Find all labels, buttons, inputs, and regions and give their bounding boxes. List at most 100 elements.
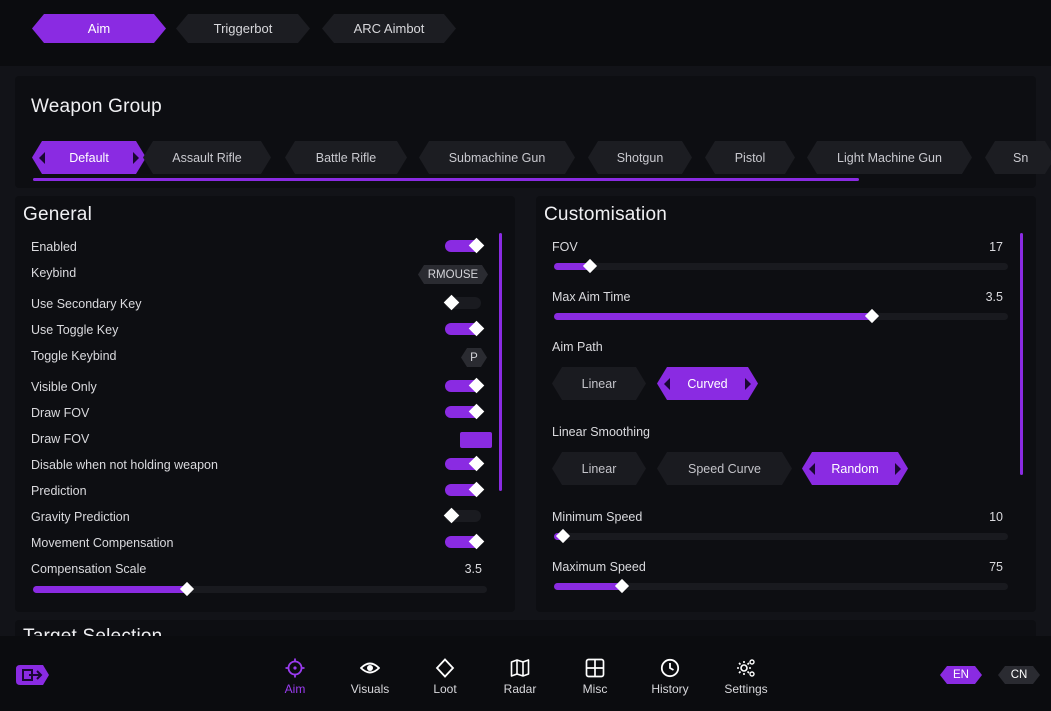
max-aim-time-label: Max Aim Time [552, 290, 631, 304]
weapon-group-scrollbar[interactable] [33, 178, 859, 181]
gravity-prediction-toggle[interactable] [443, 507, 483, 524]
nav-label: Loot [433, 682, 457, 696]
weapon-chip-label: Submachine Gun [448, 150, 546, 165]
disable-not-holding-toggle[interactable] [445, 455, 485, 472]
keybind-label: Keybind [31, 266, 77, 280]
draw-fov-toggle[interactable] [445, 403, 485, 420]
maximum-speed-slider[interactable] [554, 578, 1008, 594]
chevron-right-icon [745, 378, 751, 390]
customisation-title: Customisation [544, 204, 667, 225]
prediction-label: Prediction [31, 484, 87, 498]
weapon-chip-assault-rifle[interactable]: Assault Rifle [143, 141, 271, 174]
weapon-chip-sniper[interactable]: Sn [985, 141, 1051, 174]
draw-fov-label: Draw FOV [31, 406, 90, 420]
slider-handle[interactable] [556, 528, 571, 544]
fov-label: FOV [552, 240, 578, 254]
weapon-chip-battle-rifle[interactable]: Battle Rifle [285, 141, 407, 174]
nav-history[interactable]: History [640, 658, 700, 696]
aim-path-option-curved[interactable]: Curved [657, 367, 758, 400]
max-aim-time-value: 3.5 [985, 290, 1003, 304]
fov-value: 17 [989, 240, 1003, 254]
weapon-chip-label: Sn [1013, 150, 1029, 165]
keybind-button[interactable]: RMOUSE [418, 265, 488, 284]
tab-aim[interactable]: Aim [32, 14, 166, 43]
chevron-right-icon [895, 463, 901, 475]
language-cn-button[interactable]: CN [998, 666, 1040, 684]
slider-handle[interactable] [615, 578, 630, 594]
weapon-chip-submachine-gun[interactable]: Submachine Gun [419, 141, 575, 174]
slider-handle[interactable] [180, 581, 195, 597]
language-en-button[interactable]: EN [940, 666, 982, 684]
slider-handle[interactable] [864, 308, 879, 324]
diamond-icon [435, 658, 455, 678]
weapon-chip-label: Pistol [734, 150, 766, 165]
chevron-left-icon [39, 152, 45, 164]
movement-compensation-label: Movement Compensation [31, 536, 174, 550]
target-selection-title: Target Selection [23, 626, 162, 636]
top-tab-bar: Aim Triggerbot ARC Aimbot [0, 0, 1051, 66]
enabled-toggle[interactable] [445, 237, 485, 254]
map-icon [510, 659, 530, 677]
nav-visuals[interactable]: Visuals [340, 658, 400, 696]
nav-radar[interactable]: Radar [490, 658, 550, 696]
eye-icon [360, 662, 380, 674]
enabled-label: Enabled [31, 240, 77, 254]
maximum-speed-value: 75 [989, 560, 1003, 574]
nav-aim[interactable]: Aim [265, 658, 325, 696]
visible-only-toggle[interactable] [445, 377, 485, 394]
toggle-keybind-button[interactable]: P [461, 348, 487, 367]
bottom-nav: Aim Visuals Loot Radar Misc History Sett… [0, 636, 1051, 711]
general-scrollbar[interactable] [499, 233, 502, 491]
smoothing-option-random[interactable]: Random [802, 452, 908, 485]
compensation-scale-slider[interactable] [33, 581, 487, 597]
customisation-scrollbar[interactable] [1020, 233, 1023, 475]
nav-settings[interactable]: Settings [716, 658, 776, 696]
nav-label: Misc [582, 682, 608, 696]
smoothing-option-speed-curve[interactable]: Speed Curve [657, 452, 792, 485]
general-panel: General Enabled Keybind RMOUSE Use Secon… [15, 196, 515, 612]
weapon-chip-label: Default [69, 150, 109, 165]
visible-only-label: Visible Only [31, 380, 97, 394]
nav-label: Radar [503, 682, 537, 696]
weapon-chip-label: Assault Rifle [172, 150, 242, 165]
content-area: Weapon Group Default Assault Rifle Battl… [0, 66, 1051, 636]
weapon-chip-label: Light Machine Gun [837, 150, 942, 165]
use-secondary-key-label: Use Secondary Key [31, 297, 142, 311]
smoothing-option-linear[interactable]: Linear [552, 452, 646, 485]
weapon-group-panel: Weapon Group Default Assault Rifle Battl… [15, 76, 1036, 188]
minimum-speed-label: Minimum Speed [552, 510, 643, 524]
weapon-chip-default[interactable]: Default [32, 141, 146, 174]
exit-icon[interactable] [16, 665, 49, 685]
draw-fov-color-label: Draw FOV [31, 432, 90, 446]
slider-handle[interactable] [583, 258, 598, 274]
customisation-panel: Customisation FOV 17 Max Aim Time 3.5 Ai… [536, 196, 1036, 612]
nav-label: Aim [284, 682, 306, 696]
weapon-chip-pistol[interactable]: Pistol [705, 141, 795, 174]
use-toggle-key-label: Use Toggle Key [31, 323, 119, 337]
fov-slider[interactable] [554, 258, 1008, 274]
option-label: Random [831, 461, 879, 476]
movement-compensation-toggle[interactable] [445, 533, 485, 550]
minimum-speed-slider[interactable] [554, 528, 1008, 544]
clock-icon [660, 658, 680, 678]
aim-path-option-linear[interactable]: Linear [552, 367, 646, 400]
max-aim-time-slider[interactable] [554, 308, 1008, 324]
use-toggle-key-toggle[interactable] [445, 320, 485, 337]
draw-fov-color-swatch[interactable] [460, 432, 492, 448]
gravity-prediction-label: Gravity Prediction [31, 510, 130, 524]
minimum-speed-value: 10 [989, 510, 1003, 524]
weapon-chip-label: Battle Rifle [315, 150, 377, 165]
weapon-chip-shotgun[interactable]: Shotgun [588, 141, 692, 174]
use-secondary-key-toggle[interactable] [443, 294, 483, 311]
prediction-toggle[interactable] [445, 481, 485, 498]
weapon-chip-label: Shotgun [616, 150, 664, 165]
weapon-chip-light-machine-gun[interactable]: Light Machine Gun [807, 141, 972, 174]
nav-misc[interactable]: Misc [565, 658, 625, 696]
nav-loot[interactable]: Loot [415, 658, 475, 696]
tab-arc-aimbot[interactable]: ARC Aimbot [322, 14, 456, 43]
gear-icon [737, 659, 755, 677]
tab-triggerbot[interactable]: Triggerbot [176, 14, 310, 43]
grid-icon [585, 658, 605, 678]
nav-label: History [651, 682, 689, 696]
linear-smoothing-label: Linear Smoothing [552, 425, 650, 439]
